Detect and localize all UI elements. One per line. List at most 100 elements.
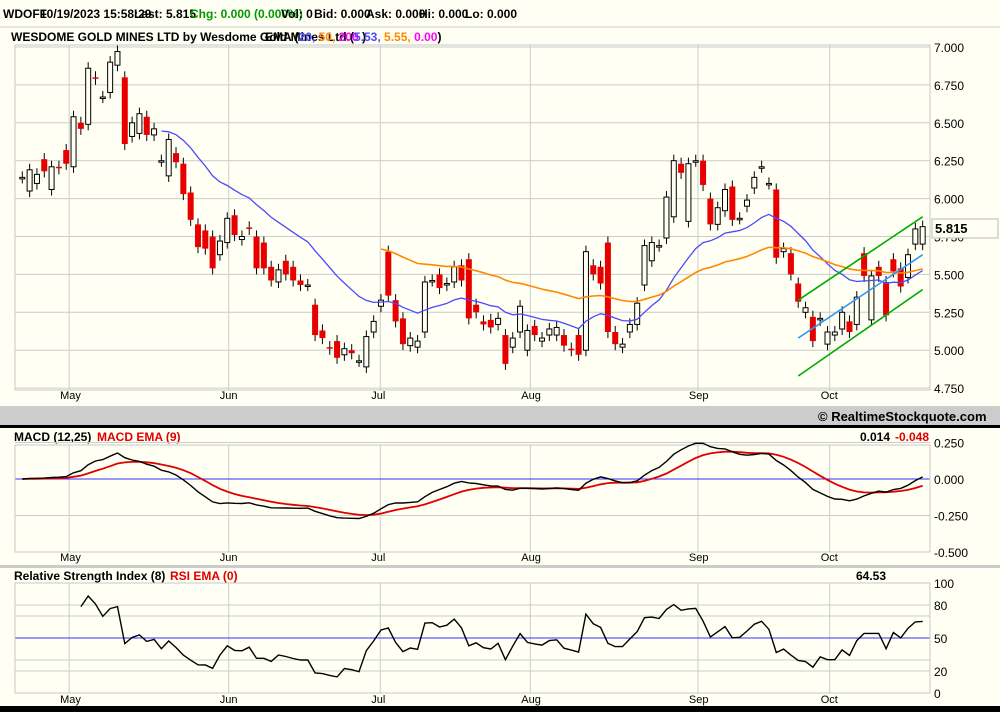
candle-down <box>487 319 494 328</box>
price-grid: 7.0006.7506.5006.2506.0005.7505.5005.250… <box>15 41 964 402</box>
candle-up <box>743 199 750 207</box>
ema20-period: 20, <box>299 30 316 44</box>
candle-down <box>612 332 619 345</box>
candle-up <box>129 122 136 137</box>
candle-down <box>180 163 187 195</box>
price-tick-label: 6.750 <box>934 79 964 93</box>
candle-down <box>883 281 890 316</box>
candle-down <box>173 153 180 163</box>
candle-up <box>831 331 838 336</box>
candle-down <box>436 274 443 289</box>
candle-up <box>377 299 384 307</box>
macd-grid: May Jun Jul Aug Sep Oct 0.250 0.000 -0.250 -0.500 <box>15 437 968 564</box>
price-tick-label: 7.000 <box>934 41 964 55</box>
candle-down <box>253 236 260 269</box>
quote-ask: Ask: 0.000 <box>366 7 426 21</box>
macd-tick-label: 0.250 <box>934 437 964 451</box>
quote-high: Hi: 0.000 <box>419 7 469 21</box>
month-label: Jul <box>371 390 385 402</box>
candle-up <box>824 331 831 345</box>
macd-line <box>22 442 924 520</box>
candle-up <box>919 226 926 245</box>
candle-down <box>297 280 304 286</box>
candle-up <box>685 163 692 222</box>
rsi-value: 64.53 <box>856 569 886 583</box>
candle-up <box>839 311 846 330</box>
month-label: May <box>60 694 81 706</box>
rsi-line <box>80 594 923 678</box>
candle-down <box>846 321 853 333</box>
rsi-tick-label: 0 <box>934 687 941 701</box>
candle-down <box>202 230 209 249</box>
month-label: May <box>60 390 81 402</box>
candle-down <box>560 335 567 346</box>
quote-volume: Vol: 0 <box>281 7 313 21</box>
candle-down <box>334 341 341 358</box>
ema-values: (5.53, 5.55, 0.00) <box>350 30 441 44</box>
candle-down <box>121 77 128 145</box>
candle-up <box>656 245 663 248</box>
candle-down <box>787 253 794 275</box>
ema-values-close: ) <box>437 30 441 44</box>
candle-up <box>619 343 626 348</box>
ema50-period: 50, <box>319 30 336 44</box>
macd-tick-label: -0.500 <box>934 546 968 560</box>
rsi-label: Relative Strength Index (8) <box>14 569 165 583</box>
candle-up <box>626 323 633 333</box>
candle-down <box>312 304 319 336</box>
candle-up <box>517 305 524 333</box>
month-label: Oct <box>821 390 838 402</box>
candle-up <box>429 279 436 283</box>
month-label: Jun <box>220 694 238 706</box>
candle-down <box>41 159 48 172</box>
price-tick-label: 5.500 <box>934 268 964 282</box>
candle-down <box>282 260 289 275</box>
candle-up <box>33 173 40 184</box>
price-series <box>19 45 926 377</box>
candle-up <box>780 248 787 253</box>
price-tick-label: 6.250 <box>934 155 964 169</box>
last-price-value: 5.815 <box>935 221 968 236</box>
candle-down <box>246 227 253 229</box>
candle-up <box>341 348 348 356</box>
candle-down <box>63 150 70 164</box>
candle-down <box>729 186 736 220</box>
candle-up <box>363 336 370 368</box>
rsi-tick-label: 20 <box>934 665 948 679</box>
candle-up <box>714 207 721 225</box>
month-label: Aug <box>521 694 541 706</box>
candle-down <box>319 330 326 339</box>
ema50-value: 5.55, <box>384 30 411 44</box>
stock-chart: WDOFF 10/19/2023 15:58:29 Last: 5.815 Ch… <box>0 7 1000 712</box>
panel-divider-2 <box>0 565 1000 568</box>
candle-up <box>443 282 450 286</box>
month-label: Jul <box>371 552 385 564</box>
macd-tick-label: -0.250 <box>934 510 968 524</box>
macd-series <box>22 442 924 520</box>
candle-up <box>641 245 648 286</box>
candle-down <box>55 166 62 169</box>
candle-up <box>136 113 143 134</box>
candle-up <box>553 326 560 336</box>
candle-up <box>524 329 531 351</box>
macd-tick-label: 0.000 <box>934 473 964 487</box>
quote-low: Lo: 0.000 <box>465 7 517 21</box>
candle-up <box>304 284 311 288</box>
candle-up <box>736 217 743 221</box>
candle-up <box>817 317 824 321</box>
candle-up <box>158 160 165 163</box>
candle-down <box>385 251 392 296</box>
candle-up <box>107 61 114 93</box>
candle-down <box>700 160 707 185</box>
candle-up <box>19 176 26 180</box>
macd-label: MACD (12,25) <box>14 430 91 444</box>
candle-up <box>868 275 875 321</box>
month-label: Oct <box>821 694 838 706</box>
candle-down <box>597 266 604 284</box>
macd-signal-value: -0.048 <box>895 430 929 444</box>
candle-up <box>224 217 231 244</box>
price-tick-label: 5.000 <box>934 344 964 358</box>
candle-up <box>495 317 502 325</box>
candle-up <box>692 160 699 163</box>
candle-down <box>231 215 238 235</box>
